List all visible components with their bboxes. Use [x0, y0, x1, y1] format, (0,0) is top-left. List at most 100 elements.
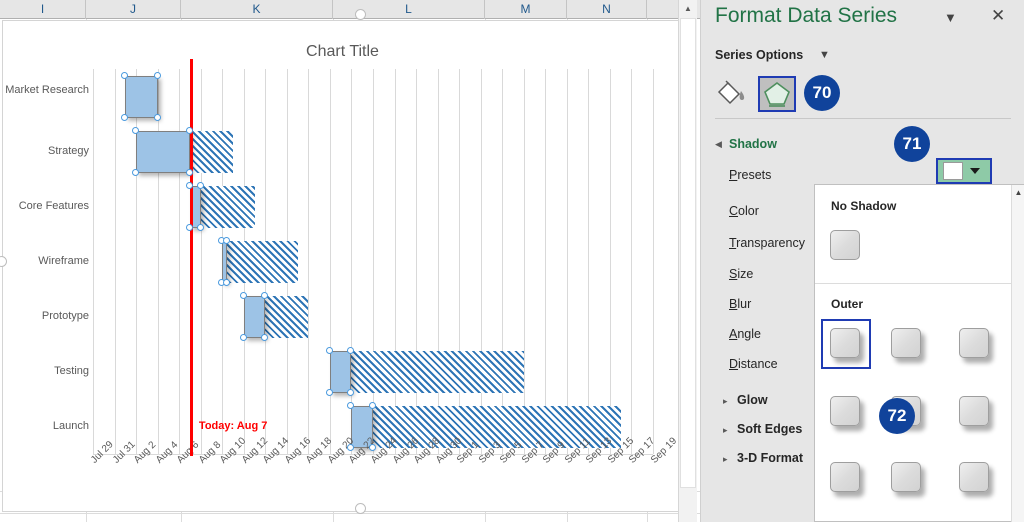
series-selection-handle[interactable]: [186, 224, 193, 231]
gallery-item-outer-8[interactable]: [882, 453, 932, 503]
series-selection-handle[interactable]: [347, 402, 354, 409]
gantt-bar-completed[interactable]: [136, 131, 190, 173]
series-selection-handle[interactable]: [186, 182, 193, 189]
column-header-K[interactable]: K: [181, 0, 333, 19]
glow-collapsed-triangle-icon[interactable]: ▸: [723, 396, 728, 407]
section-soft-edges-label[interactable]: Soft Edges: [737, 422, 802, 436]
gantt-bar-completed[interactable]: [125, 76, 157, 118]
series-selection-handle[interactable]: [240, 292, 247, 299]
gallery-scrollbar[interactable]: ▲: [1011, 185, 1024, 522]
presets-caret-down-icon: [970, 168, 980, 174]
gallery-scroll-up-icon[interactable]: ▲: [1012, 185, 1024, 200]
today-marker-label: Today: Aug 7: [199, 420, 267, 432]
gantt-bar-remaining[interactable]: [201, 186, 255, 228]
chart-gridline: [567, 69, 568, 454]
series-options-chevron-down-icon[interactable]: ▼: [819, 49, 830, 61]
plot-area[interactable]: Today: Aug 7: [93, 69, 653, 454]
section-glow-label[interactable]: Glow: [737, 393, 768, 407]
gantt-chart-object[interactable]: Chart Title Market ResearchStrategyCore …: [2, 20, 681, 512]
gantt-bar-remaining[interactable]: [351, 351, 523, 393]
series-selection-handle[interactable]: [223, 279, 230, 286]
series-selection-handle[interactable]: [369, 402, 376, 409]
column-header-J[interactable]: J: [86, 0, 181, 19]
section-3d-format-label[interactable]: 3-D Format: [737, 451, 803, 465]
category-label-launch: Launch: [5, 420, 89, 433]
gantt-bar-completed[interactable]: [330, 351, 352, 393]
gantt-bar-completed[interactable]: [222, 241, 227, 283]
outer-shadow-swatch-icon: [830, 328, 860, 358]
series-selection-handle[interactable]: [132, 127, 139, 134]
pentagon-effects-icon[interactable]: [758, 76, 796, 112]
gallery-outer-heading: Outer: [831, 297, 863, 311]
column-header-I[interactable]: I: [0, 0, 86, 19]
today-marker-line: [190, 59, 193, 456]
series-selection-handle[interactable]: [186, 127, 193, 134]
series-selection-handle[interactable]: [154, 72, 161, 79]
gantt-bar-remaining[interactable]: [190, 131, 233, 173]
chart-title[interactable]: Chart Title: [3, 43, 682, 61]
series-selection-handle[interactable]: [197, 224, 204, 231]
grid-row-line: [0, 513, 700, 514]
category-axis[interactable]: Market ResearchStrategyCore FeaturesWire…: [3, 69, 89, 454]
outer-shadow-swatch-icon: [891, 462, 921, 492]
shadow-expanded-triangle-icon[interactable]: ◀: [715, 139, 722, 150]
series-selection-handle[interactable]: [197, 182, 204, 189]
series-options-label[interactable]: Series Options: [715, 48, 803, 62]
series-selection-handle[interactable]: [132, 169, 139, 176]
series-selection-handle[interactable]: [347, 389, 354, 396]
pane-title: Format Data Series: [715, 4, 897, 28]
gallery-item-outer-6[interactable]: [950, 387, 1000, 437]
series-selection-handle[interactable]: [261, 292, 268, 299]
series-selection-handle[interactable]: [347, 347, 354, 354]
gantt-bar-remaining[interactable]: [222, 241, 297, 283]
scroll-up-icon[interactable]: ▲: [679, 0, 697, 17]
gantt-bar-remaining[interactable]: [265, 296, 308, 338]
category-label-strategy: Strategy: [5, 145, 89, 158]
chart-gridline: [179, 69, 180, 454]
series-selection-handle[interactable]: [121, 72, 128, 79]
gallery-item-outer-7[interactable]: [821, 453, 871, 503]
shadow-presets-dropdown-button[interactable]: [936, 158, 992, 184]
category-label-core-features: Core Features: [5, 200, 89, 213]
scrollbar-thumb[interactable]: [680, 18, 696, 488]
series-selection-handle[interactable]: [154, 114, 161, 121]
series-selection-handle[interactable]: [121, 114, 128, 121]
series-selection-handle[interactable]: [347, 444, 354, 451]
chart-gridline: [373, 69, 374, 454]
gallery-item-outer-9[interactable]: [950, 453, 1000, 503]
series-selection-handle[interactable]: [369, 444, 376, 451]
shadow-transparency-label: Transparency: [729, 236, 805, 250]
gallery-no-shadow-heading: No Shadow: [831, 199, 896, 213]
chart-handle-top[interactable]: [355, 9, 366, 20]
chart-gridline: [201, 69, 202, 454]
outer-shadow-swatch-icon: [959, 328, 989, 358]
paint-bucket-icon[interactable]: [715, 78, 749, 108]
series-selection-handle[interactable]: [223, 237, 230, 244]
column-header-M[interactable]: M: [485, 0, 567, 19]
soft-edges-collapsed-triangle-icon[interactable]: ▸: [723, 425, 728, 436]
chart-gridline: [351, 69, 352, 454]
category-label-wireframe: Wireframe: [5, 255, 89, 268]
gallery-item-outer-2[interactable]: [882, 319, 932, 369]
series-selection-handle[interactable]: [326, 347, 333, 354]
series-selection-handle[interactable]: [240, 334, 247, 341]
3d-format-collapsed-triangle-icon[interactable]: ▸: [723, 454, 728, 465]
column-header-N[interactable]: N: [567, 0, 647, 19]
gantt-bar-completed[interactable]: [244, 296, 266, 338]
chart-handle-bottom[interactable]: [355, 503, 366, 514]
chart-gridline: [502, 69, 503, 454]
outer-shadow-swatch-icon: [830, 462, 860, 492]
close-icon[interactable]: ✕: [991, 6, 1005, 26]
series-selection-handle[interactable]: [186, 169, 193, 176]
section-shadow-label[interactable]: Shadow: [729, 137, 777, 151]
chevron-down-icon[interactable]: ▼: [944, 10, 957, 25]
gallery-item-no-shadow[interactable]: [821, 221, 871, 271]
gallery-item-outer-3[interactable]: [950, 319, 1000, 369]
series-selection-handle[interactable]: [326, 389, 333, 396]
sheet-vertical-scrollbar[interactable]: ▲: [678, 0, 697, 522]
gallery-item-outer-1[interactable]: [821, 319, 871, 369]
gallery-item-outer-4[interactable]: [821, 387, 871, 437]
chart-gridline: [631, 69, 632, 454]
shadow-presets-gallery[interactable]: No Shadow Outer: [814, 184, 1024, 522]
series-selection-handle[interactable]: [261, 334, 268, 341]
